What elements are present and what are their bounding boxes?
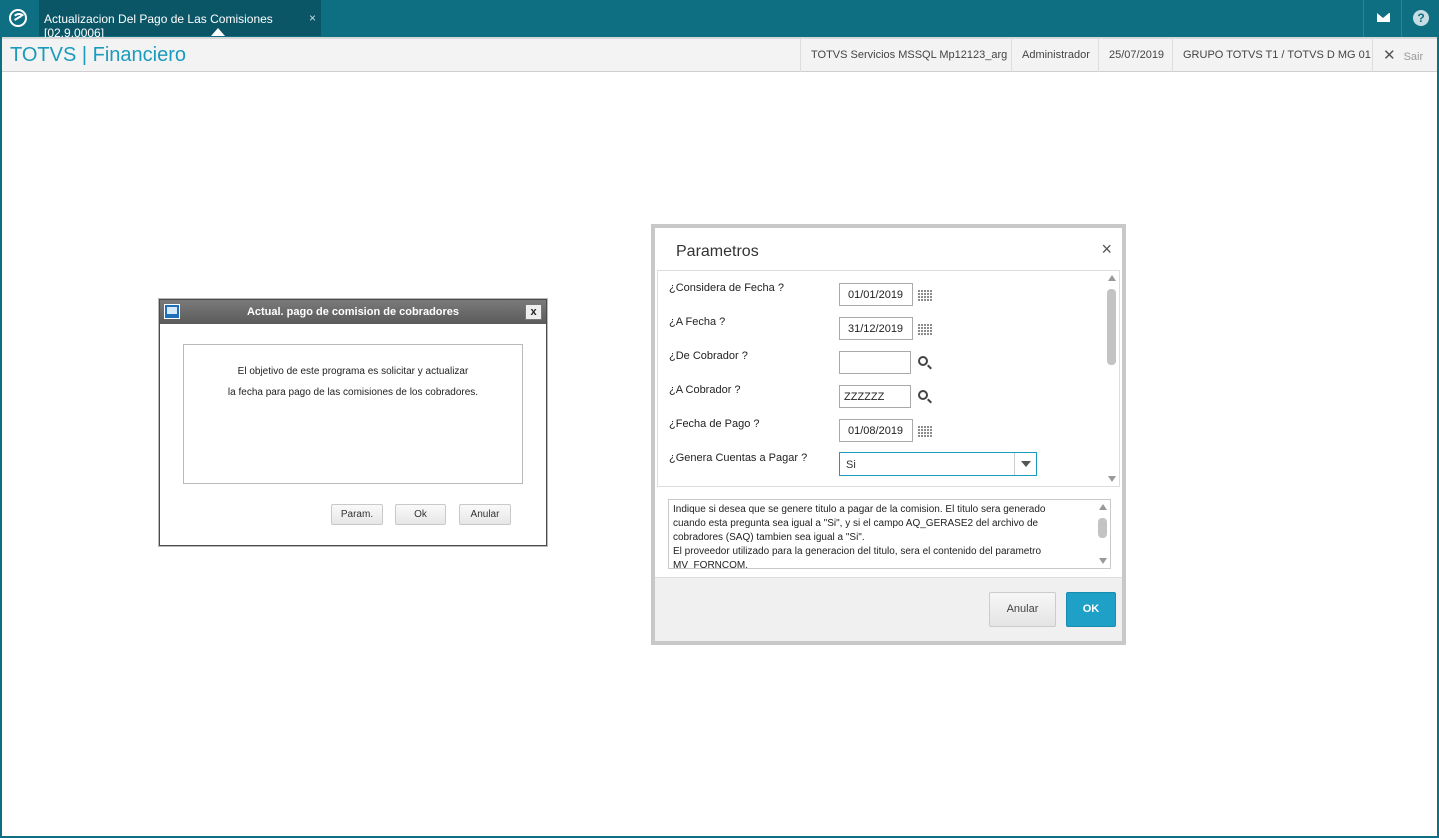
considera-fecha-input[interactable]: 01/01/2019 bbox=[839, 283, 913, 306]
de-cobrador-input[interactable] bbox=[839, 351, 911, 374]
parameters-close-icon[interactable]: × bbox=[1101, 239, 1112, 260]
description-line: la fecha para pago de las comisiones de … bbox=[227, 387, 479, 398]
parameters-dialog: Parametros × ¿Considera de Fecha ? 01/01… bbox=[651, 224, 1126, 645]
field-label: ¿Genera Cuentas a Pagar ? bbox=[669, 452, 808, 464]
tab-pointer bbox=[211, 28, 225, 36]
genera-cuentas-select[interactable]: Si bbox=[839, 452, 1037, 476]
help-line: cuando esta pregunta sea igual a "Si", y… bbox=[673, 518, 1039, 529]
dialog-titlebar: Actual. pago de comision de cobradores x bbox=[160, 300, 546, 324]
logout-label: Sair bbox=[1403, 51, 1424, 63]
mail-icon bbox=[1377, 13, 1390, 22]
app-header: TOTVS | Financiero TOTVS Servicios MSSQL… bbox=[0, 37, 1439, 72]
form-scrollbar[interactable] bbox=[1105, 271, 1119, 486]
help-icon: ? bbox=[1413, 10, 1429, 26]
parameters-ok-button[interactable]: OK bbox=[1066, 592, 1116, 627]
company-info: GRUPO TOTVS T1 / TOTVS D MG 01 bbox=[1172, 39, 1381, 72]
date-info: 25/07/2019 bbox=[1098, 39, 1174, 72]
tab-title: Actualizacion Del Pago de Las Comisiones… bbox=[44, 12, 273, 40]
scroll-down-icon[interactable] bbox=[1099, 558, 1107, 564]
calendar-icon[interactable] bbox=[917, 323, 933, 335]
help-text-box: Indique si desea que se genere titulo a … bbox=[668, 499, 1111, 569]
logout-button[interactable]: ✕ Sair bbox=[1372, 39, 1439, 72]
help-line: cobradores (SAQ) tambien sea igual a "Si… bbox=[673, 532, 865, 543]
search-icon[interactable] bbox=[918, 390, 928, 400]
tab-close-icon[interactable]: × bbox=[309, 11, 316, 25]
description-box: El objetivo de este programa es solicita… bbox=[183, 344, 523, 484]
parameters-footer: Anular OK bbox=[655, 577, 1122, 641]
scroll-up-icon[interactable] bbox=[1099, 504, 1107, 510]
field-label: ¿Considera de Fecha ? bbox=[669, 282, 784, 294]
commission-payment-dialog: Actual. pago de comision de cobradores x… bbox=[159, 299, 547, 546]
close-icon: ✕ bbox=[1383, 47, 1396, 64]
help-scrollbar[interactable] bbox=[1096, 500, 1110, 568]
field-label: ¿A Cobrador ? bbox=[669, 384, 741, 396]
mail-button[interactable] bbox=[1363, 0, 1401, 37]
param-button[interactable]: Param. bbox=[331, 504, 383, 525]
parameters-title: Parametros bbox=[676, 243, 759, 260]
field-label: ¿A Fecha ? bbox=[669, 316, 726, 328]
help-line: Indique si desea que se genere titulo a … bbox=[673, 504, 1046, 515]
select-value: Si bbox=[846, 459, 856, 471]
field-label: ¿Fecha de Pago ? bbox=[669, 418, 760, 430]
a-fecha-input[interactable]: 31/12/2019 bbox=[839, 317, 913, 340]
dialog-title: Actual. pago de comision de cobradores bbox=[246, 306, 460, 318]
parameters-cancel-button[interactable]: Anular bbox=[989, 592, 1056, 627]
search-icon[interactable] bbox=[918, 356, 928, 366]
scroll-down-icon[interactable] bbox=[1108, 476, 1116, 482]
totvs-logo-icon[interactable] bbox=[9, 9, 27, 27]
ok-button[interactable]: Ok bbox=[395, 504, 446, 525]
top-bar: Actualizacion Del Pago de Las Comisiones… bbox=[0, 0, 1439, 40]
tab-actualizacion-pago[interactable]: Actualizacion Del Pago de Las Comisiones… bbox=[39, 0, 321, 40]
calendar-icon[interactable] bbox=[917, 289, 933, 301]
fecha-pago-input[interactable]: 01/08/2019 bbox=[839, 419, 913, 442]
app-brand: TOTVS | Financiero bbox=[10, 44, 186, 66]
calendar-icon[interactable] bbox=[917, 425, 933, 437]
window-icon bbox=[164, 304, 180, 319]
cancel-button[interactable]: Anular bbox=[459, 504, 511, 525]
server-info: TOTVS Servicios MSSQL Mp12123_arg bbox=[800, 39, 1017, 72]
parameters-form: ¿Considera de Fecha ? 01/01/2019 ¿A Fech… bbox=[657, 270, 1120, 487]
chevron-down-icon[interactable] bbox=[1014, 453, 1036, 475]
scroll-thumb[interactable] bbox=[1098, 518, 1107, 538]
help-line: MV_FORNCOM. bbox=[673, 560, 748, 569]
a-cobrador-input[interactable]: ZZZZZZ bbox=[839, 385, 911, 408]
scroll-up-icon[interactable] bbox=[1108, 275, 1116, 281]
scroll-thumb[interactable] bbox=[1107, 289, 1116, 365]
help-line: El proveedor utilizado para la generacio… bbox=[673, 546, 1042, 557]
help-button[interactable]: ? bbox=[1401, 0, 1439, 37]
field-label: ¿De Cobrador ? bbox=[669, 350, 748, 362]
description-line: El objetivo de este programa es solicita… bbox=[237, 366, 469, 377]
dialog-close-button[interactable]: x bbox=[525, 304, 542, 320]
user-info: Administrador bbox=[1011, 39, 1100, 72]
